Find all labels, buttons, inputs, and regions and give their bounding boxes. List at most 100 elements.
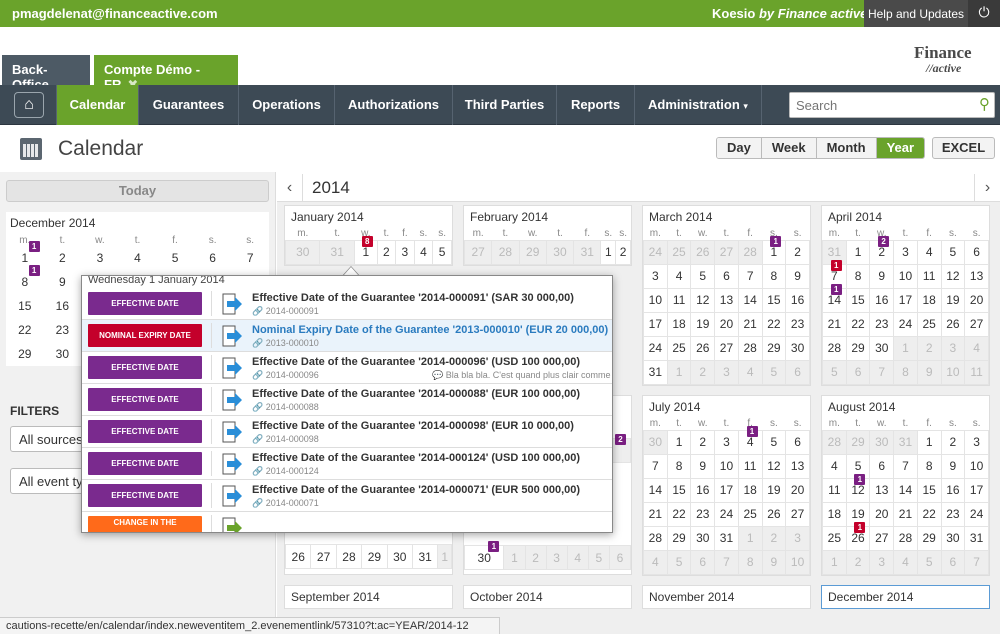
view-week-button[interactable]: Week bbox=[761, 138, 817, 158]
event-row[interactable]: NOMINAL EXPIRY DATE Nominal Expiry Date … bbox=[82, 320, 612, 352]
event-title[interactable]: Effective Date of the Guarantee '2014-00… bbox=[252, 356, 580, 368]
month-july: July 2014 m. t. w. t. f. s. s. 30 1 2 3 4 1 5 6 7 8 9 10… bbox=[642, 395, 811, 576]
event-title[interactable]: Effective Date of the Guarantee '2014-00… bbox=[252, 388, 580, 400]
search-icon[interactable]: ⚲ bbox=[979, 95, 990, 113]
day-cell[interactable]: 7 bbox=[231, 246, 269, 270]
page-title: Calendar bbox=[58, 137, 144, 160]
event-badge: 1 bbox=[28, 241, 40, 252]
day-cell[interactable]: 18 bbox=[353, 235, 378, 265]
power-icon[interactable]: ⏻ bbox=[968, 0, 1000, 27]
nav-authorizations[interactable]: Authorizations bbox=[334, 85, 452, 125]
month-grid: m. t. w. t. f. s. s. 24 25 26 27 28 1 1 2 3456789 10 1… bbox=[643, 228, 810, 385]
day-cell[interactable]: 15 bbox=[6, 294, 44, 318]
day-cell[interactable]: 3 bbox=[81, 246, 119, 270]
month-grid: m. t. w. t. f. s. s. 31 1 2 2 3 4 5 6 7 1 8 9 10 11 12 13 14… bbox=[822, 228, 989, 385]
today-button[interactable]: Today bbox=[6, 180, 269, 202]
brand-suffix: by Finance active bbox=[758, 6, 868, 21]
month-february: February 2014 m. t. w. t. f. s. s. 27 28 29 30 31 1… bbox=[463, 205, 632, 266]
event-row[interactable]: EFFECTIVE DATE Effective Date of the Gua… bbox=[82, 448, 612, 480]
month-title: October 2014 bbox=[470, 590, 543, 604]
event-type-tag: EFFECTIVE DATE bbox=[88, 420, 202, 443]
month-december: December 2014 bbox=[821, 585, 990, 609]
nav-reports[interactable]: Reports bbox=[556, 85, 634, 125]
event-ref: 🔗 2014-000098 bbox=[252, 434, 319, 444]
filters-title: FILTERS bbox=[10, 404, 60, 418]
day-cell[interactable]: 29 bbox=[6, 342, 44, 366]
day-cell[interactable]: 5 bbox=[156, 246, 194, 270]
mini-calendar-title: December 2014 bbox=[10, 216, 96, 230]
event-type-tag: EFFECTIVE DATE bbox=[88, 356, 202, 379]
month-august: August 2014 m. t. w. t. f. s. s. 28 29 30 31 1 2 3 4… bbox=[821, 395, 990, 576]
weekday-label: t. bbox=[134, 234, 141, 246]
weekday-label: s. bbox=[208, 234, 217, 246]
day-cell[interactable]: 81 bbox=[6, 265, 44, 294]
user-email[interactable]: pmagdelenat@financeactive.com bbox=[12, 6, 218, 21]
month-title: February 2014 bbox=[470, 210, 549, 224]
day-cell[interactable]: 2 bbox=[44, 246, 82, 270]
finance-active-logo: Finance //active bbox=[906, 43, 986, 83]
month-january: January 2014 m. t. w. t. f. s. s. 30 31 1 8 2 3 4 5 bbox=[284, 205, 453, 266]
account-tabs: Back-Office Compte Démo - FR✖ Finance //… bbox=[0, 27, 1000, 92]
popup-title: Wednesday 1 January 2014 bbox=[88, 275, 225, 286]
previous-year-button[interactable]: ‹ bbox=[277, 174, 303, 202]
day-cell[interactable]: 4 bbox=[119, 246, 157, 270]
day-cell[interactable]: 22 bbox=[6, 318, 44, 342]
month-title: September 2014 bbox=[291, 590, 380, 604]
logo-line1: Finance bbox=[914, 43, 972, 62]
view-month-button[interactable]: Month bbox=[816, 138, 877, 158]
nav-calendar[interactable]: Calendar bbox=[56, 85, 138, 125]
event-row[interactable]: EFFECTIVE DATE Effective Date of the Gua… bbox=[82, 416, 612, 448]
event-type-tag: EFFECTIVE DATE bbox=[88, 388, 202, 411]
month-grid: m. t. w. t. f. s. s. 30 31 1 8 2 3 4 5 bbox=[284, 228, 452, 265]
event-badge: 1 bbox=[854, 521, 866, 533]
event-row[interactable]: EFFECTIVE DATE Effective Date of the Gua… bbox=[82, 384, 612, 416]
tab-compte-demo[interactable]: Compte Démo - FR✖ bbox=[94, 55, 238, 92]
day-cell[interactable]: 16 bbox=[44, 294, 82, 318]
day-cell[interactable]: 30 bbox=[44, 342, 82, 366]
month-grid: m. t. w. t. f. s. s. 28 29 30 31 1 2 3 4 5 6 7 8 9 10 11 12… bbox=[822, 418, 989, 575]
event-title[interactable]: Effective Date of the Guarantee '2014-00… bbox=[252, 484, 580, 496]
tab-back-office[interactable]: Back-Office bbox=[2, 55, 90, 92]
event-row[interactable]: EFFECTIVE DATE Effective Date of the Gua… bbox=[82, 352, 612, 384]
day-cell[interactable]: 23 bbox=[44, 318, 82, 342]
view-day-button[interactable]: Day bbox=[717, 138, 762, 158]
event-ref: 🔗 2013-000010 bbox=[252, 338, 319, 348]
event-title[interactable]: Effective Date of the Guarantee '2014-00… bbox=[252, 420, 574, 432]
event-badge: 1 bbox=[830, 283, 842, 295]
next-year-button[interactable]: › bbox=[974, 174, 1000, 202]
event-title[interactable]: Effective Date of the Guarantee '2014-00… bbox=[252, 292, 574, 304]
nav-administration[interactable]: Administration ▾ bbox=[634, 85, 762, 125]
search-box: ⚲ bbox=[789, 92, 995, 118]
nav-third-parties[interactable]: Third Parties bbox=[452, 85, 556, 125]
home-icon[interactable]: ⌂ bbox=[14, 92, 44, 118]
event-arrow-icon bbox=[222, 485, 242, 507]
month-title: July 2014 bbox=[649, 400, 701, 414]
event-type-tag: CHANGE IN THE bbox=[88, 516, 202, 532]
calendar-icon bbox=[20, 138, 42, 160]
search-input[interactable] bbox=[790, 93, 960, 117]
event-title[interactable]: Nominal Expiry Date of the Guarantee '20… bbox=[252, 324, 608, 336]
event-title[interactable]: Effective Date of the Guarantee '2014-00… bbox=[252, 452, 580, 464]
caret-down-icon: ▾ bbox=[743, 101, 748, 111]
view-year-button[interactable]: Year bbox=[876, 138, 925, 158]
day-cell[interactable]: 9 bbox=[44, 270, 82, 294]
event-type-tag: EFFECTIVE DATE bbox=[88, 292, 202, 315]
weekday-label: t. bbox=[59, 234, 66, 246]
nav-operations[interactable]: Operations bbox=[238, 85, 334, 125]
event-row[interactable]: EFFECTIVE DATE Effective Date of the Gua… bbox=[82, 288, 612, 320]
event-row[interactable]: EFFECTIVE DATE Effective Date of the Gua… bbox=[82, 480, 612, 512]
event-type-tag: EFFECTIVE DATE bbox=[88, 484, 202, 507]
month-november: November 2014 bbox=[642, 585, 811, 609]
event-arrow-icon bbox=[222, 325, 242, 347]
event-comment: 💬 Bla bla bla. C'est quand plus clair co… bbox=[432, 370, 612, 380]
excel-export-button[interactable]: EXCEL bbox=[932, 137, 995, 159]
view-switcher: Day Week Month Year bbox=[716, 137, 926, 159]
event-row[interactable]: CHANGE IN THE bbox=[82, 512, 612, 532]
day-cell[interactable]: 6 bbox=[194, 246, 232, 270]
help-updates-button[interactable]: Help and Updates bbox=[864, 0, 968, 27]
nav-guarantees[interactable]: Guarantees bbox=[138, 85, 238, 125]
browser-status-bar: cautions-recette/en/calendar/index.newev… bbox=[0, 617, 500, 634]
event-ref: 🔗 2014-000088 bbox=[252, 402, 319, 412]
event-type-tag: NOMINAL EXPIRY DATE bbox=[88, 324, 202, 347]
month-grid: m. t. w. t. f. s. s. 30 1 2 3 4 1 5 6 7 8 9 10 11 12 13 14 1… bbox=[643, 418, 810, 575]
